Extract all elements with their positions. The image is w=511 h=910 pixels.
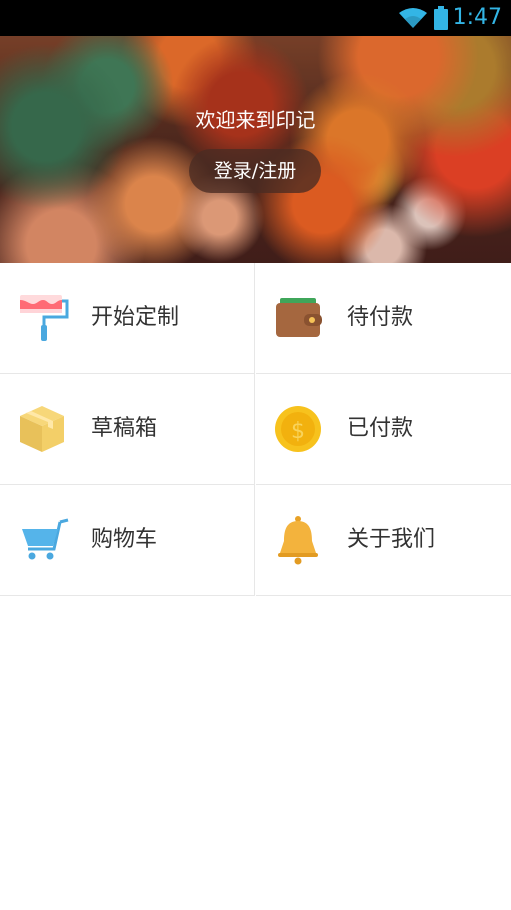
menu-item-drafts[interactable]: 草稿箱	[0, 374, 255, 485]
menu-item-about-us[interactable]: 关于我们	[256, 485, 511, 596]
menu-item-label: 关于我们	[347, 527, 436, 552]
paint-roller-icon	[18, 289, 70, 345]
wallet-icon	[274, 289, 326, 345]
login-register-button[interactable]: 登录/注册	[189, 149, 321, 193]
menu-item-label: 草稿箱	[91, 416, 158, 441]
menu-item-label: 待付款	[347, 305, 414, 330]
svg-text:$: $	[291, 419, 305, 444]
shopping-cart-icon	[18, 511, 70, 567]
status-bar: 1:47	[0, 0, 511, 36]
coin-icon: $	[274, 400, 326, 456]
bell-icon	[274, 511, 326, 567]
menu-item-start-customize[interactable]: 开始定制	[0, 263, 255, 374]
box-icon	[18, 400, 70, 456]
status-time: 1:47	[452, 5, 502, 30]
menu-item-pending-payment[interactable]: 待付款	[256, 263, 511, 374]
menu-item-label: 已付款	[347, 416, 414, 441]
menu-item-paid[interactable]: $ 已付款	[256, 374, 511, 485]
menu-item-shopping-cart[interactable]: 购物车	[0, 485, 255, 596]
hero-banner: 欢迎来到印记 登录/注册	[0, 36, 511, 263]
welcome-title: 欢迎来到印记	[195, 108, 316, 132]
main-menu-grid: 开始定制 待付款 草稿箱 $ 已付款 购物车 关于我们	[0, 263, 511, 596]
menu-item-label: 购物车	[91, 527, 158, 552]
menu-item-label: 开始定制	[91, 305, 180, 330]
battery-icon	[433, 6, 449, 34]
wifi-icon	[398, 7, 428, 33]
